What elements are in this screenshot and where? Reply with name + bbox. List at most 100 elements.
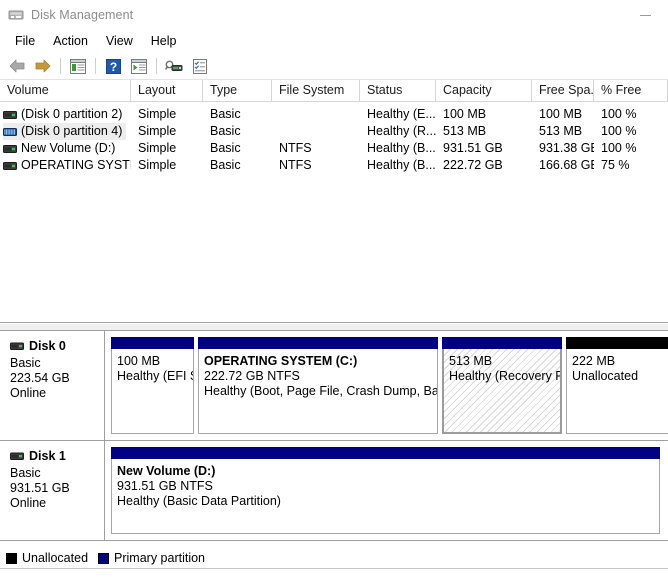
- title-bar: Disk Management: [0, 0, 668, 30]
- cell-percent-free: 100 %: [601, 141, 637, 155]
- properties-button[interactable]: [188, 55, 212, 77]
- column-header-capacity[interactable]: Capacity: [436, 80, 532, 101]
- help-icon: ?: [105, 58, 121, 74]
- disk-name: Disk 1: [29, 449, 66, 463]
- disk-title: Disk 1: [10, 449, 104, 463]
- partition-recovery[interactable]: 513 MB Healthy (Recovery P: [442, 337, 562, 434]
- partition-size: 222.72 GB NTFS: [204, 369, 300, 383]
- toolbar-separator: [156, 58, 157, 74]
- column-header-volume[interactable]: Volume: [0, 80, 131, 101]
- partition-body[interactable]: 513 MB Healthy (Recovery P: [442, 349, 562, 434]
- disk-1-partitions: New Volume (D:) 931.51 GB NTFS Healthy (…: [105, 441, 668, 540]
- back-button[interactable]: [5, 55, 29, 77]
- cell-layout: Simple: [138, 141, 177, 155]
- cell-volume[interactable]: (Disk 0 partition 2): [0, 106, 131, 123]
- partition-size: 931.51 GB NTFS: [117, 479, 213, 493]
- legend-item-unallocated: Unallocated: [6, 551, 88, 565]
- properties-icon: [193, 58, 207, 74]
- cell-volume[interactable]: (Disk 0 partition 4): [0, 123, 131, 140]
- cell-free-space: 931.38 GB: [539, 141, 594, 155]
- partition-unallocated[interactable]: 222 MB Unallocated: [566, 337, 668, 434]
- volume-basic-icon: [3, 161, 17, 170]
- legend-swatch-unallocated: [6, 552, 17, 564]
- disk-type: Basic: [10, 466, 41, 480]
- menu-item-file[interactable]: File: [6, 31, 44, 52]
- show-hide-action-pane-button[interactable]: [127, 55, 151, 77]
- disk-row-disk-1[interactable]: Disk 1 Basic 931.51 GB Online New Volume…: [0, 441, 668, 541]
- menu-item-help[interactable]: Help: [142, 31, 186, 52]
- table-row[interactable]: OPERATING SYSTE... Simple Basic NTFS Hea…: [0, 157, 668, 174]
- cell-free-space: 100 MB: [539, 107, 583, 121]
- volume-recovery-icon: [3, 127, 17, 136]
- table-row[interactable]: (Disk 0 partition 2) Simple Basic Health…: [0, 106, 668, 123]
- partition-size: 100 MB: [117, 354, 161, 368]
- disk-size: 223.54 GB: [10, 371, 70, 385]
- disk-graphical-view[interactable]: Disk 0 Basic 223.54 GB Online 100 MB Hea…: [0, 331, 668, 548]
- column-header-percent-free[interactable]: % Free: [594, 80, 668, 101]
- legend-item-primary-partition: Primary partition: [98, 551, 205, 565]
- cell-status: Healthy (E...: [367, 107, 436, 121]
- cell-percent-free: 100 %: [601, 107, 637, 121]
- partition-status: Healthy (EFI Sу: [117, 369, 193, 383]
- partition-status: Healthy (Recovery P: [449, 369, 562, 383]
- forward-button[interactable]: [31, 55, 55, 77]
- column-header-status[interactable]: Status: [360, 80, 436, 101]
- column-header-file-system[interactable]: File System: [272, 80, 360, 101]
- disk-drive-icon: [10, 452, 24, 460]
- cell-capacity: 222.72 GB: [443, 158, 503, 172]
- show-hide-action-pane-icon: [131, 58, 147, 74]
- volume-list[interactable]: Volume Layout Type File System Status Ca…: [0, 80, 668, 323]
- partition-new-volume-d[interactable]: New Volume (D:) 931.51 GB NTFS Healthy (…: [111, 447, 660, 534]
- rescan-disks-icon: [165, 60, 183, 71]
- cell-volume-label: New Volume (D:): [21, 141, 116, 155]
- disk-info-disk-1[interactable]: Disk 1 Basic 931.51 GB Online: [0, 441, 105, 540]
- cell-type: Basic: [210, 107, 241, 121]
- column-header-type[interactable]: Type: [203, 80, 272, 101]
- back-icon: [9, 59, 25, 73]
- legend-bar: Unallocated Primary partition: [0, 548, 668, 569]
- rescan-disks-button[interactable]: [162, 55, 186, 77]
- disk-size: 931.51 GB: [10, 481, 70, 495]
- disk-0-partitions: 100 MB Healthy (EFI Sу OPERATING SYSTEM …: [105, 331, 668, 440]
- cell-type: Basic: [210, 158, 241, 172]
- cell-layout: Simple: [138, 124, 177, 138]
- menu-item-view[interactable]: View: [97, 31, 142, 52]
- minimize-button[interactable]: [623, 0, 668, 30]
- svg-text:?: ?: [109, 60, 116, 74]
- menu-item-action[interactable]: Action: [44, 31, 97, 52]
- cell-status: Healthy (B...: [367, 141, 436, 155]
- cell-volume[interactable]: New Volume (D:): [0, 140, 131, 157]
- disk-drive-icon: [10, 342, 24, 350]
- partition-status: Healthy (Boot, Page File, Crash Dump, Ba…: [204, 384, 438, 398]
- partition-operating-system-c[interactable]: OPERATING SYSTEM (C:) 222.72 GB NTFS Hea…: [198, 337, 438, 434]
- column-header-free-space[interactable]: Free Spa...: [532, 80, 594, 101]
- disk-info-disk-0[interactable]: Disk 0 Basic 223.54 GB Online: [0, 331, 105, 440]
- disk-name: Disk 0: [29, 339, 66, 353]
- show-hide-console-tree-button[interactable]: [66, 55, 90, 77]
- partition-body[interactable]: 222 MB Unallocated: [566, 349, 668, 434]
- partition-size: 222 MB: [572, 354, 616, 368]
- help-button[interactable]: ?: [101, 55, 125, 77]
- partition-status: Unallocated: [572, 369, 639, 383]
- partition-type-bar: [111, 337, 194, 349]
- disk-drive-icon: [8, 7, 24, 23]
- cell-percent-free: 75 %: [601, 158, 630, 172]
- table-row[interactable]: New Volume (D:) Simple Basic NTFS Health…: [0, 140, 668, 157]
- forward-icon: [35, 59, 51, 73]
- legend-swatch-primary-partition: [98, 552, 110, 564]
- disk-row-disk-0[interactable]: Disk 0 Basic 223.54 GB Online 100 MB Hea…: [0, 331, 668, 441]
- cell-volume-label: (Disk 0 partition 2): [21, 107, 123, 121]
- cell-capacity: 100 MB: [443, 107, 487, 121]
- partition-body[interactable]: 100 MB Healthy (EFI Sу: [111, 349, 194, 434]
- cell-volume[interactable]: OPERATING SYSTE...: [0, 157, 131, 174]
- cell-volume-label: OPERATING SYSTE...: [21, 158, 131, 172]
- partition-body[interactable]: OPERATING SYSTEM (C:) 222.72 GB NTFS Hea…: [198, 349, 438, 434]
- partition-type-bar: [566, 337, 668, 349]
- pane-splitter[interactable]: [0, 323, 668, 331]
- partition-body[interactable]: New Volume (D:) 931.51 GB NTFS Healthy (…: [111, 459, 660, 534]
- column-header-layout[interactable]: Layout: [131, 80, 203, 101]
- cell-status: Healthy (B...: [367, 158, 436, 172]
- partition-efi-system[interactable]: 100 MB Healthy (EFI Sу: [111, 337, 194, 434]
- table-row[interactable]: (Disk 0 partition 4) Simple Basic Health…: [0, 123, 668, 140]
- show-hide-console-tree-icon: [70, 58, 86, 74]
